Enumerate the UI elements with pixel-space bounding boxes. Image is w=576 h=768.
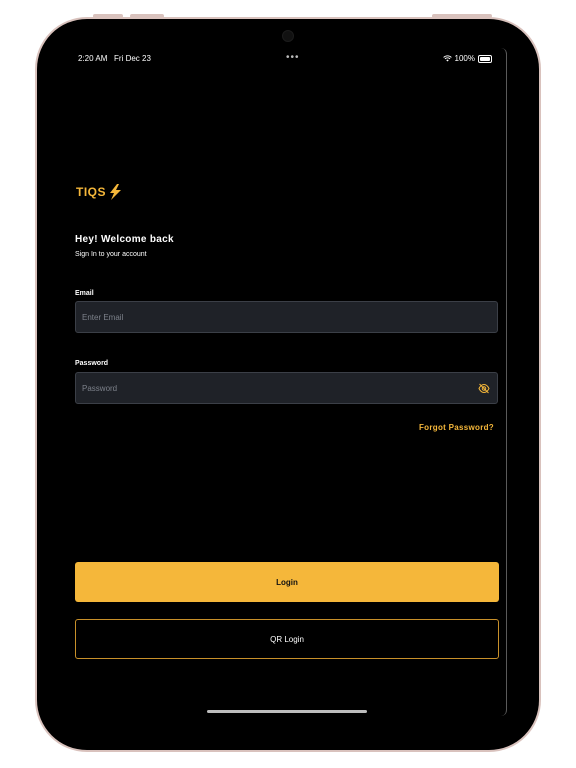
battery-percent: 100% [454,54,475,63]
logo-text: TIQS [76,185,107,199]
email-input[interactable] [82,302,462,332]
lightning-icon [110,184,122,200]
login-button[interactable]: Login [75,562,499,602]
volume-button [93,14,123,18]
front-camera [282,30,294,42]
password-input[interactable] [82,373,462,403]
email-label: Email [75,290,94,297]
password-label: Password [75,360,109,367]
time-text: 2:20 AM [78,54,108,63]
battery-icon [478,54,492,63]
welcome-title: Hey! Welcome back [75,234,174,245]
password-field-container[interactable] [75,372,498,404]
power-button [432,14,492,18]
welcome-subtitle: Sign In to your account [75,251,147,258]
multitasking-dots[interactable]: ••• [286,52,300,63]
forgot-password-link[interactable]: Forgot Password? [419,423,494,432]
qr-login-label: QR Login [270,634,304,644]
date-text: Fri Dec 23 [114,54,151,63]
login-label: Login [276,577,298,587]
status-bar: 2:20 AM Fri Dec 23 ••• 100% [78,52,498,68]
brand-logo: TIQS [76,184,122,200]
app-screen: 2:20 AM Fri Dec 23 ••• 100% TIQS Hey! We… [70,48,507,716]
email-field-container[interactable] [75,301,498,333]
status-right: 100% [442,54,492,63]
wifi-icon [442,55,452,62]
eye-off-icon[interactable] [478,383,490,394]
home-indicator[interactable] [207,710,367,713]
qr-login-button[interactable]: QR Login [75,619,499,659]
volume-button [130,14,164,18]
status-time: 2:20 AM Fri Dec 23 [78,54,151,63]
